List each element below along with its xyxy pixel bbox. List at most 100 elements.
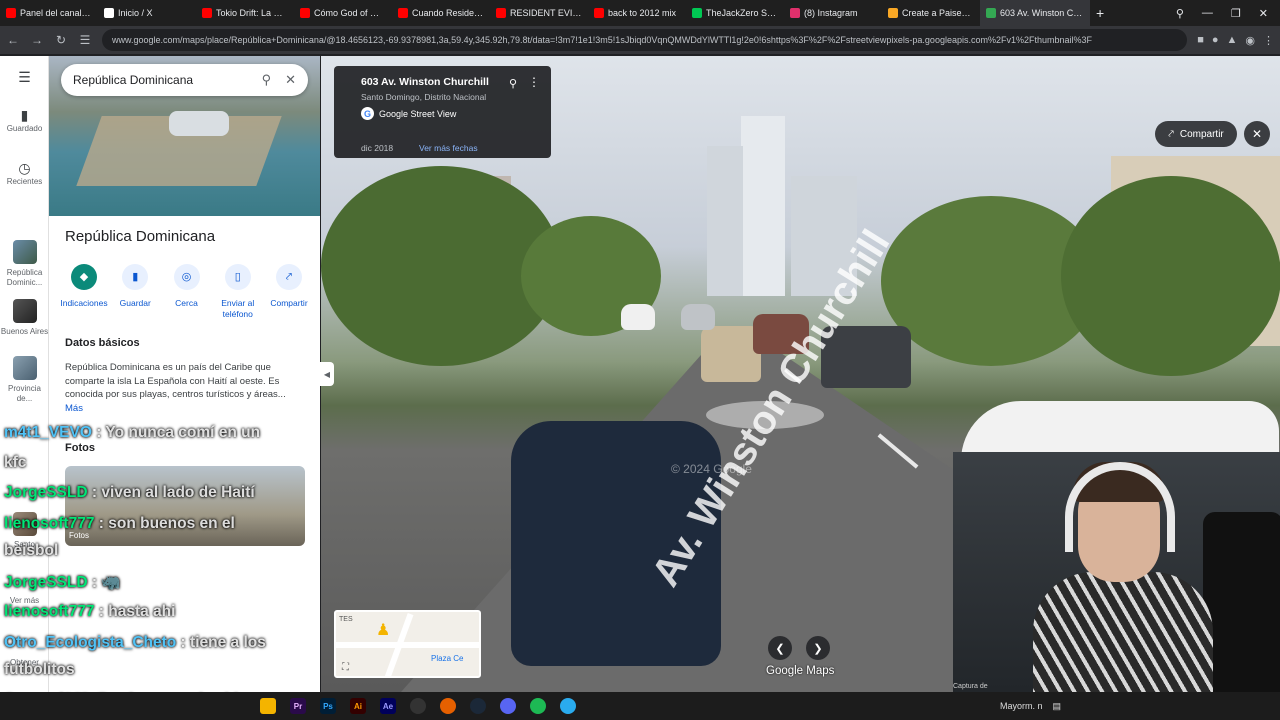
file-explorer-icon[interactable] [260, 698, 276, 714]
share-button[interactable]: ⤤ Compartir [264, 264, 314, 320]
prev-arrow-icon[interactable]: ❮ [768, 636, 792, 660]
save-button[interactable]: ▮ Guardar [110, 264, 160, 320]
restore-icon[interactable]: ❐ [1231, 7, 1241, 20]
photoshop-icon[interactable]: Ps [320, 698, 336, 714]
place-actions: ◆ Indicaciones ▮ Guardar ◎ Cerca ▯ Envia… [59, 264, 314, 320]
premiere-icon[interactable]: Pr [290, 698, 306, 714]
minimize-icon[interactable]: — [1202, 7, 1213, 20]
browser-tab[interactable]: Create a Paises de LAT [882, 0, 980, 26]
chat-separator: : [87, 484, 102, 501]
google-watermark: © 2024 Google [671, 462, 752, 476]
search-box[interactable]: República Dominicana ⚲ ✕ [61, 64, 308, 96]
chat-username: lienosoft777 [4, 603, 95, 620]
close-icon[interactable]: ✕ [285, 72, 296, 88]
new-tab-button[interactable]: + [1090, 5, 1110, 21]
street-view-info-card: 603 Av. Winston Churchill Santo Domingo,… [334, 66, 551, 158]
action-label: Guardar [119, 298, 151, 308]
more-link[interactable]: Más [65, 403, 83, 414]
rail-menu[interactable]: ☰ [0, 70, 49, 86]
building [741, 116, 785, 296]
close-icon: ✕ [1251, 127, 1263, 141]
chat-text: futbolitos [4, 661, 75, 678]
after-effects-icon[interactable]: Ae [380, 698, 396, 714]
street-view-locality: Santo Domingo, Distrito Nacional [361, 92, 487, 102]
forward-icon[interactable]: → [30, 33, 44, 47]
profile-icon[interactable]: ◉ [1245, 34, 1255, 47]
pin-icon[interactable]: ⚲ [509, 77, 517, 90]
browser-tab[interactable]: Cómo God of War Na [294, 0, 392, 26]
url-field[interactable]: www.google.com/maps/place/República+Domi… [102, 29, 1188, 51]
place-thumbnail [12, 356, 37, 380]
illustrator-icon[interactable]: Ai [350, 698, 366, 714]
collapse-panel-button[interactable]: ◀ [320, 362, 334, 386]
chat-text: viven al lado de Haití [101, 484, 255, 501]
tab-favicon-icon [692, 8, 702, 18]
search-icon[interactable]: ⚲ [262, 72, 272, 88]
street-view-navigation-ring[interactable] [706, 401, 824, 429]
expand-icon[interactable]: ⛶ [342, 662, 349, 673]
close-street-view-button[interactable]: ✕ [1244, 121, 1270, 147]
back-icon[interactable]: ← [6, 33, 20, 47]
next-arrow-icon[interactable]: ❯ [806, 636, 830, 660]
extension-icon[interactable]: ■ [1197, 34, 1204, 47]
rail-recent-item[interactable]: Provincia de... [0, 356, 49, 404]
place-description: República Dominicana es un país del Cari… [65, 362, 286, 400]
telegram-icon[interactable] [560, 698, 576, 714]
share-icon: ⤤ [276, 264, 302, 290]
provider-label: Google Street View [379, 108, 457, 119]
close-window-icon[interactable]: ✕ [1259, 7, 1268, 20]
kebab-menu-icon[interactable]: ⋮ [528, 75, 540, 89]
rail-recent[interactable]: ◷ Recientes [0, 161, 49, 187]
site-info-icon[interactable]: ☰ [78, 33, 92, 47]
map-road [336, 642, 479, 648]
send-to-phone-button[interactable]: ▯ Enviar al teléfono [213, 264, 263, 320]
extensions-bar: ■ ● ▲ ◉ ⋮ [1197, 34, 1274, 47]
rail-recent-item[interactable]: Buenos Aires [0, 299, 49, 337]
tab-favicon-icon [594, 8, 604, 18]
chevron-left-icon: ◀ [323, 369, 331, 379]
browser-tab[interactable]: back to 2012 mix [588, 0, 686, 26]
tab-favicon-icon [300, 8, 310, 18]
notification-icon[interactable]: ▤ [1053, 701, 1062, 712]
steam-icon[interactable] [470, 698, 486, 714]
google-maps-brand: Google Maps [766, 665, 835, 677]
tab-favicon-icon [496, 8, 506, 18]
tab-title: (8) Instagram [804, 8, 858, 18]
obs-icon[interactable] [410, 698, 426, 714]
firefox-icon[interactable] [440, 698, 456, 714]
browser-tab[interactable]: Tokio Drift: La Obra Ma [196, 0, 294, 26]
send-to-phone-icon: ▯ [224, 264, 251, 290]
hamburger-menu-icon[interactable]: ☰ [0, 70, 49, 84]
share-street-view-button[interactable]: ⤤ Compartir [1155, 121, 1237, 147]
browser-tab[interactable]: Cuando Resident Evil [392, 0, 490, 26]
pegman-icon[interactable]: ♟ [376, 620, 390, 640]
car [701, 326, 761, 382]
browser-tab[interactable]: RESIDENT EVIL 9 REQ [490, 0, 588, 26]
more-dates-link[interactable]: Ver más fechas [419, 143, 478, 153]
rail-recent-item[interactable]: República Dominic... [0, 240, 49, 288]
extension-icon[interactable]: ● [1212, 34, 1219, 47]
spotify-icon[interactable] [530, 698, 546, 714]
browser-tab[interactable]: (8) Instagram [784, 0, 882, 26]
browser-tab[interactable]: TheJackZero Stream [686, 0, 784, 26]
reload-icon[interactable]: ↻ [54, 33, 68, 47]
street-view-minimap[interactable]: TES ♟ Plaza Ce ⛶ [334, 610, 481, 678]
chat-text: kfc [4, 454, 27, 471]
action-label: Indicaciones [60, 298, 108, 308]
capture-date: dic 2018 [361, 143, 394, 153]
browser-tab[interactable]: 603 Av. Winston Churchill [980, 0, 1090, 26]
discord-icon[interactable] [500, 698, 516, 714]
left-rail: ☰ ▮ Guardado ◷ Recientes República Domin… [0, 56, 49, 692]
search-input[interactable]: República Dominicana [73, 73, 248, 87]
nearby-icon: ◎ [173, 264, 200, 290]
directions-icon: ◆ [71, 264, 97, 290]
nearby-button[interactable]: ◎ Cerca [162, 264, 212, 320]
menu-icon[interactable]: ⋮ [1263, 34, 1274, 47]
directions-button[interactable]: ◆ Indicaciones [59, 264, 109, 320]
search-tabs-icon[interactable]: ⚲ [1176, 7, 1184, 20]
rail-saved[interactable]: ▮ Guardado [0, 108, 49, 134]
photo-thumbnail[interactable]: Fotos [65, 466, 305, 546]
extension-icon[interactable]: ▲ [1227, 34, 1238, 47]
browser-tab[interactable]: Panel del canal - YouTube [0, 0, 98, 26]
browser-tab[interactable]: Inicio / X [98, 0, 196, 26]
